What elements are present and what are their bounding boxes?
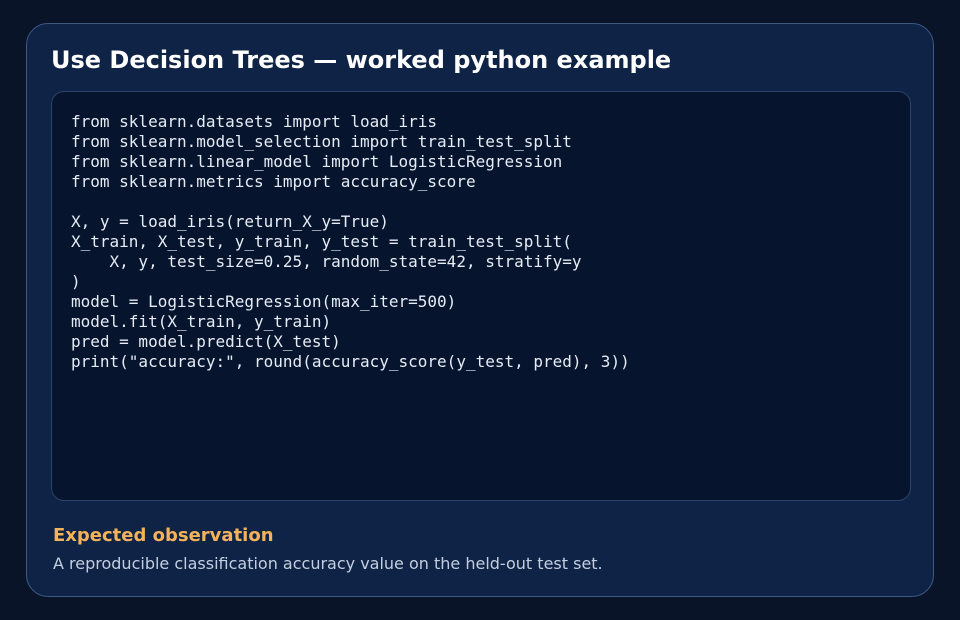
code-line: X_train, X_test, y_train, y_test = train… bbox=[71, 232, 572, 251]
code-line: ) bbox=[71, 272, 81, 291]
code-panel[interactable]: from sklearn.datasets import load_iris fr… bbox=[51, 91, 911, 501]
code-line: from sklearn.metrics import accuracy_sco… bbox=[71, 172, 476, 191]
observation-text: A reproducible classification accuracy v… bbox=[53, 554, 603, 573]
code-line: X, y, test_size=0.25, random_state=42, s… bbox=[71, 252, 582, 271]
observation-heading: Expected observation bbox=[53, 525, 274, 546]
code-line: X, y = load_iris(return_X_y=True) bbox=[71, 212, 389, 231]
code-line: from sklearn.linear_model import Logisti… bbox=[71, 152, 563, 171]
code-line: model.fit(X_train, y_train) bbox=[71, 312, 332, 331]
card-title: Use Decision Trees — worked python examp… bbox=[51, 46, 672, 74]
code-block[interactable]: from sklearn.datasets import load_iris fr… bbox=[71, 112, 630, 372]
code-line: from sklearn.datasets import load_iris bbox=[71, 112, 438, 131]
example-card: Use Decision Trees — worked python examp… bbox=[26, 23, 934, 597]
code-line: print("accuracy:", round(accuracy_score(… bbox=[71, 352, 630, 371]
code-line: pred = model.predict(X_test) bbox=[71, 332, 341, 351]
code-line: from sklearn.model_selection import trai… bbox=[71, 132, 572, 151]
code-line: model = LogisticRegression(max_iter=500) bbox=[71, 292, 457, 311]
